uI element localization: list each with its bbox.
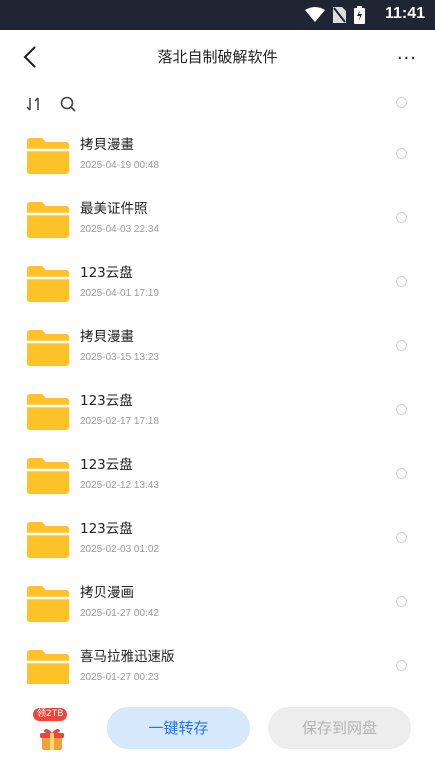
gift-icon[interactable] [39, 726, 65, 752]
folder-icon [27, 458, 69, 494]
file-date: 2025-02-03 01:02 [80, 544, 159, 555]
file-select-radio[interactable] [396, 340, 407, 351]
status-icons [305, 6, 365, 24]
wifi-icon [305, 7, 325, 22]
file-date: 2025-01-27 00:42 [80, 608, 159, 619]
file-select-radio[interactable] [396, 596, 407, 607]
one-click-save-button[interactable]: 一键转存 [107, 707, 250, 749]
file-name: 拷貝漫畫 [80, 329, 134, 345]
file-name: 最美证件照 [80, 201, 148, 217]
folder-icon [27, 522, 69, 558]
select-all-radio[interactable] [396, 97, 407, 108]
file-select-radio[interactable] [396, 660, 407, 671]
status-time: 11:41 [384, 5, 425, 22]
file-row[interactable]: 最美证件照 2025-04-03 22:34 [0, 182, 435, 246]
file-list: 拷貝漫畫 2025-04-19 00:48 最美证件照 2025-04-03 2… [0, 118, 435, 684]
file-date: 2025-02-12 13:43 [80, 480, 159, 491]
page-title: 落北自制破解软件 [157, 48, 278, 66]
file-select-radio[interactable] [396, 276, 407, 287]
file-name: 123云盘 [80, 265, 133, 281]
bottom-action-bar: 领2TB 一键转存 保存到网盘 [0, 684, 435, 775]
file-row[interactable]: 123云盘 2025-02-03 01:02 [0, 502, 435, 566]
more-icon[interactable]: ··· [397, 48, 417, 69]
file-name: 拷贝漫画 [80, 585, 134, 601]
file-select-radio[interactable] [396, 212, 407, 223]
folder-icon [27, 266, 69, 302]
file-row[interactable]: 拷贝漫画 2025-01-27 00:42 [0, 566, 435, 630]
list-toolbar [0, 90, 435, 118]
folder-icon [27, 330, 69, 366]
file-row[interactable]: 123云盘 2025-02-12 13:43 [0, 438, 435, 502]
file-row[interactable]: 喜马拉雅迅速版 2025-01-27 00:23 [0, 630, 435, 684]
save-to-drive-button[interactable]: 保存到网盘 [268, 707, 411, 749]
folder-icon [27, 138, 69, 174]
gift-badge[interactable]: 领2TB [33, 708, 68, 721]
file-row[interactable]: 123云盘 2025-02-17 17:18 [0, 374, 435, 438]
folder-icon [27, 586, 69, 622]
file-name: 喜马拉雅迅速版 [80, 649, 175, 665]
file-date: 2025-02-17 17:18 [80, 416, 159, 427]
file-select-radio[interactable] [396, 532, 407, 543]
file-name: 123云盘 [80, 393, 133, 409]
file-row[interactable]: 123云盘 2025-04-01 17:19 [0, 246, 435, 310]
file-name: 拷貝漫畫 [80, 137, 134, 153]
battery-icon [354, 6, 365, 24]
file-select-radio[interactable] [396, 468, 407, 479]
sort-icon[interactable] [25, 95, 43, 113]
file-date: 2025-04-19 00:48 [80, 160, 159, 171]
search-icon[interactable] [59, 95, 77, 113]
file-row[interactable]: 拷貝漫畫 2025-03-15 13:23 [0, 310, 435, 374]
file-row[interactable]: 拷貝漫畫 2025-04-19 00:48 [0, 118, 435, 182]
file-date: 2025-03-15 13:23 [80, 352, 159, 363]
file-select-radio[interactable] [396, 148, 407, 159]
file-name: 123云盘 [80, 457, 133, 473]
file-date: 2025-04-01 17:19 [80, 288, 159, 299]
file-name: 123云盘 [80, 521, 133, 537]
folder-icon [27, 202, 69, 238]
status-bar: 11:41 [0, 0, 435, 30]
file-select-radio[interactable] [396, 404, 407, 415]
file-date: 2025-04-03 22:34 [80, 224, 159, 235]
folder-icon [27, 394, 69, 430]
nav-bar: 落北自制破解软件 ··· [0, 30, 435, 84]
no-sim-icon [333, 7, 346, 23]
file-date: 2025-01-27 00:23 [80, 672, 159, 683]
folder-icon [27, 650, 69, 684]
